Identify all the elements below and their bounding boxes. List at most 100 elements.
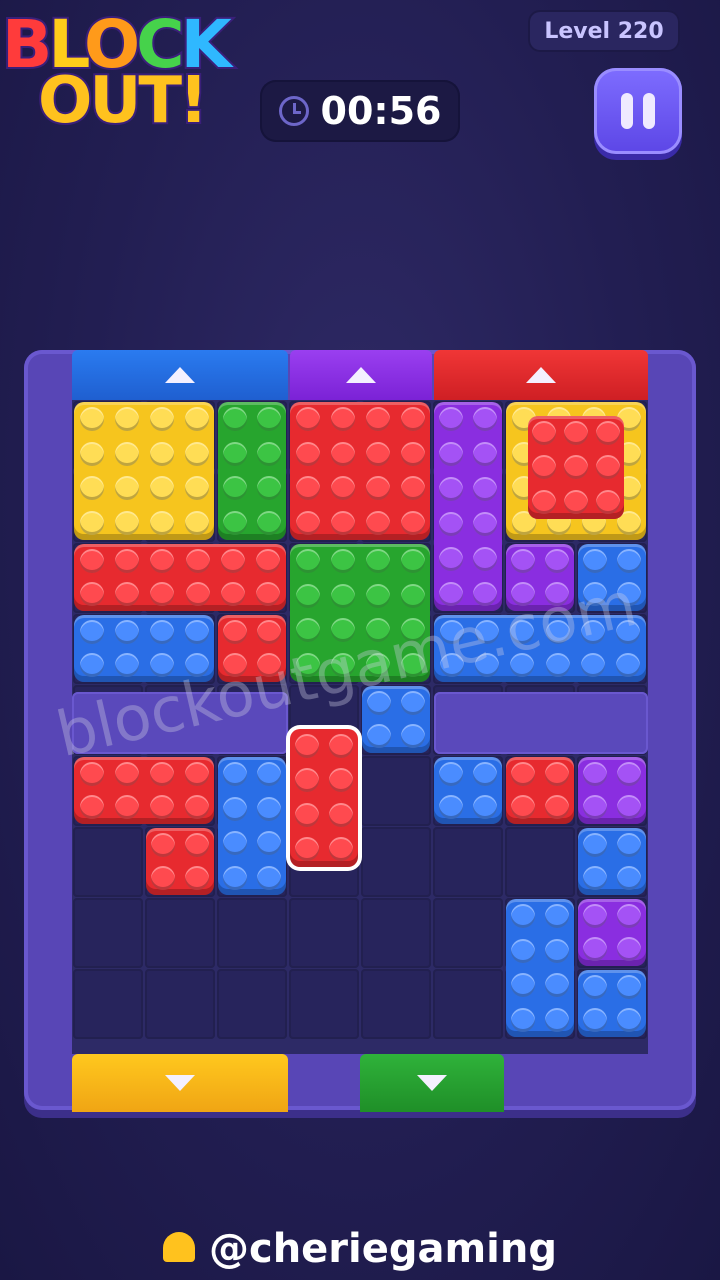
stud <box>330 407 355 432</box>
stud <box>596 455 621 480</box>
stud <box>115 548 139 573</box>
stud <box>583 832 607 857</box>
stud <box>184 619 209 644</box>
down-arrow-icon <box>165 1075 195 1091</box>
blue-block[interactable] <box>218 757 286 895</box>
stud <box>511 1007 535 1032</box>
stud <box>149 761 174 786</box>
stud <box>184 476 209 501</box>
stud <box>545 1007 569 1032</box>
stud <box>149 510 174 535</box>
stud <box>223 619 247 644</box>
grid-cell <box>361 827 431 897</box>
stud <box>295 768 319 793</box>
red-block[interactable] <box>74 757 214 824</box>
stud <box>617 795 641 820</box>
pause-button[interactable] <box>594 68 682 154</box>
stud <box>511 938 535 963</box>
red-block[interactable] <box>290 402 430 540</box>
stud <box>581 653 605 678</box>
grid-cell <box>433 827 503 897</box>
stud <box>257 796 281 821</box>
green-block[interactable] <box>218 402 286 540</box>
stud <box>583 974 607 999</box>
stud <box>511 904 535 929</box>
stud <box>330 441 355 466</box>
stud <box>583 903 607 928</box>
stud <box>79 795 104 820</box>
stud <box>329 768 353 793</box>
grid-cell <box>73 969 143 1039</box>
stud <box>400 583 425 608</box>
stud <box>295 837 319 862</box>
stud <box>583 866 607 891</box>
stud <box>221 548 245 573</box>
purple-block[interactable] <box>578 757 646 824</box>
red-block[interactable] <box>527 416 625 519</box>
grid-cell <box>73 827 143 897</box>
stud <box>149 441 174 466</box>
stud <box>439 477 463 502</box>
stud <box>221 582 245 607</box>
purple-block[interactable] <box>578 899 646 966</box>
stud <box>531 421 556 446</box>
stud <box>295 476 320 501</box>
blue-block[interactable] <box>506 899 574 1037</box>
red-block[interactable] <box>146 828 214 895</box>
gate-green-bottom <box>360 1054 504 1112</box>
stud <box>439 442 463 467</box>
stud <box>473 761 497 786</box>
up-arrow-icon <box>165 367 195 383</box>
red-block[interactable] <box>506 757 574 824</box>
stud <box>223 865 247 890</box>
red-block[interactable] <box>290 728 358 867</box>
blue-block[interactable] <box>578 970 646 1037</box>
stud <box>329 802 353 827</box>
stud <box>184 441 209 466</box>
stud <box>596 489 621 514</box>
stud <box>401 724 425 749</box>
stud <box>114 476 139 501</box>
channel-handle: @cheriegaming <box>0 1226 720 1272</box>
grid-cell <box>217 969 287 1039</box>
stud <box>223 476 247 501</box>
stud <box>149 795 174 820</box>
stud <box>257 865 281 890</box>
stud <box>401 690 425 715</box>
red-block[interactable] <box>74 544 286 611</box>
stud <box>79 476 104 501</box>
stud <box>79 407 104 432</box>
grid-cell <box>361 898 431 968</box>
stud <box>563 489 588 514</box>
stud <box>295 441 320 466</box>
stud <box>545 795 569 820</box>
stud <box>473 511 497 536</box>
handle-text: @cheriegaming <box>208 1226 557 1272</box>
stud <box>256 548 281 573</box>
stud <box>511 973 535 998</box>
stud <box>257 831 281 856</box>
blue-block[interactable] <box>578 828 646 895</box>
stud <box>185 582 210 607</box>
stud <box>330 549 355 574</box>
stud <box>114 407 139 432</box>
stud <box>149 407 174 432</box>
stud <box>511 761 535 786</box>
stud <box>223 441 247 466</box>
stud <box>185 548 210 573</box>
stud <box>583 761 607 786</box>
stud <box>257 441 281 466</box>
bell-icon <box>162 1232 195 1262</box>
purple-block[interactable] <box>434 402 502 611</box>
stud <box>295 802 319 827</box>
yellow-block[interactable] <box>74 402 214 540</box>
down-arrow-icon <box>417 1075 447 1091</box>
stud <box>79 548 104 573</box>
stud <box>185 866 209 891</box>
blue-block[interactable] <box>434 757 502 824</box>
stud <box>295 510 320 535</box>
stud <box>79 441 104 466</box>
wall-right-mid <box>434 692 648 754</box>
stud <box>184 761 209 786</box>
stud <box>563 455 588 480</box>
